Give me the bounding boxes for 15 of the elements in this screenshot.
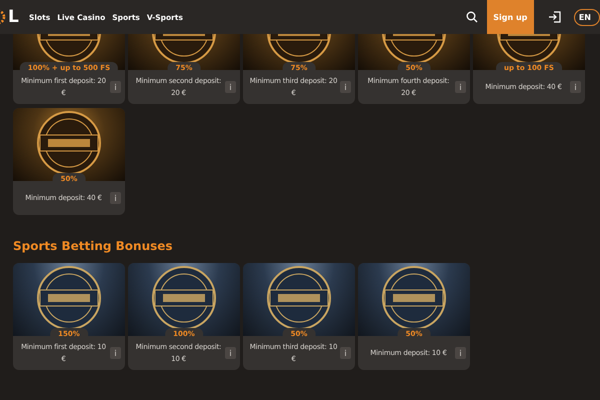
- login-icon: [548, 11, 562, 23]
- info-button[interactable]: i: [110, 347, 121, 359]
- info-button[interactable]: i: [340, 347, 351, 359]
- info-button[interactable]: i: [340, 81, 351, 93]
- info-button[interactable]: i: [110, 81, 121, 93]
- logo-text[interactable]: L: [8, 7, 19, 27]
- info-button[interactable]: i: [455, 81, 466, 93]
- info-button[interactable]: i: [570, 81, 581, 93]
- language-button[interactable]: EN: [574, 8, 600, 26]
- info-button[interactable]: i: [455, 347, 466, 359]
- info-button[interactable]: i: [225, 81, 236, 93]
- section-heading: Sports Betting Bonuses: [13, 239, 174, 253]
- search-icon: [466, 11, 478, 23]
- info-button[interactable]: i: [225, 347, 236, 359]
- info-button[interactable]: i: [110, 192, 121, 204]
